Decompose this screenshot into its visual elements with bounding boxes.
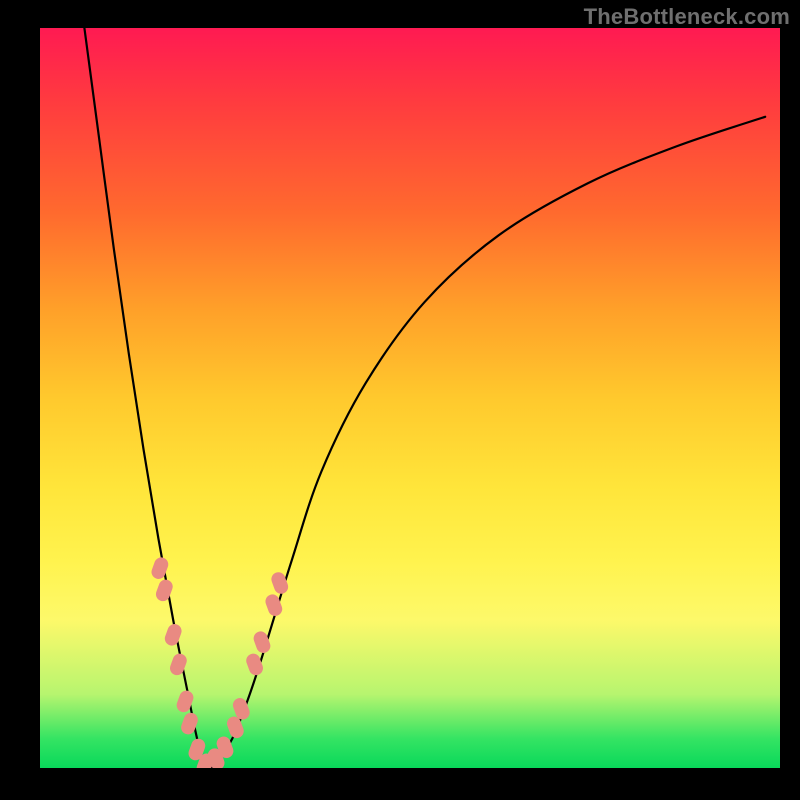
bottleneck-curve-path: [84, 28, 765, 768]
plot-area: [40, 28, 780, 768]
marker-group: [150, 555, 291, 768]
highlight-bead: [163, 622, 184, 647]
watermark-text: TheBottleneck.com: [584, 4, 790, 30]
chart-frame: TheBottleneck.com: [0, 0, 800, 800]
curve-svg: [40, 28, 780, 768]
highlight-bead: [168, 652, 189, 677]
highlight-bead: [150, 555, 171, 580]
highlight-bead: [154, 578, 175, 603]
